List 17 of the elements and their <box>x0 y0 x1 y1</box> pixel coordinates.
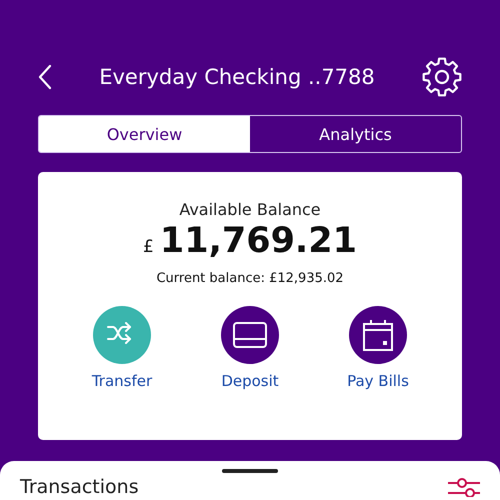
balance-label: Available Balance <box>179 200 321 219</box>
back-icon[interactable] <box>38 64 52 90</box>
current-balance: Current balance: £12,935.02 <box>156 271 344 286</box>
screen-title: Everyday Checking ..7788 <box>99 65 375 89</box>
calendar-icon <box>361 319 395 351</box>
filter-icon[interactable] <box>448 477 480 497</box>
balance-amount: 11,769.21 <box>160 221 357 261</box>
card-icon <box>233 319 267 351</box>
tab[interactable]: Overview <box>39 116 250 152</box>
action-label[interactable]: Pay Bills <box>347 372 409 390</box>
section-title: Transactions <box>20 476 139 498</box>
drag-handle[interactable] <box>222 469 278 473</box>
settings-icon[interactable] <box>422 57 462 97</box>
action-label[interactable]: Deposit <box>221 372 279 390</box>
tab[interactable]: Analytics <box>250 116 461 152</box>
action-label[interactable]: Transfer <box>92 372 152 390</box>
currency-symbol: £ <box>143 237 154 257</box>
